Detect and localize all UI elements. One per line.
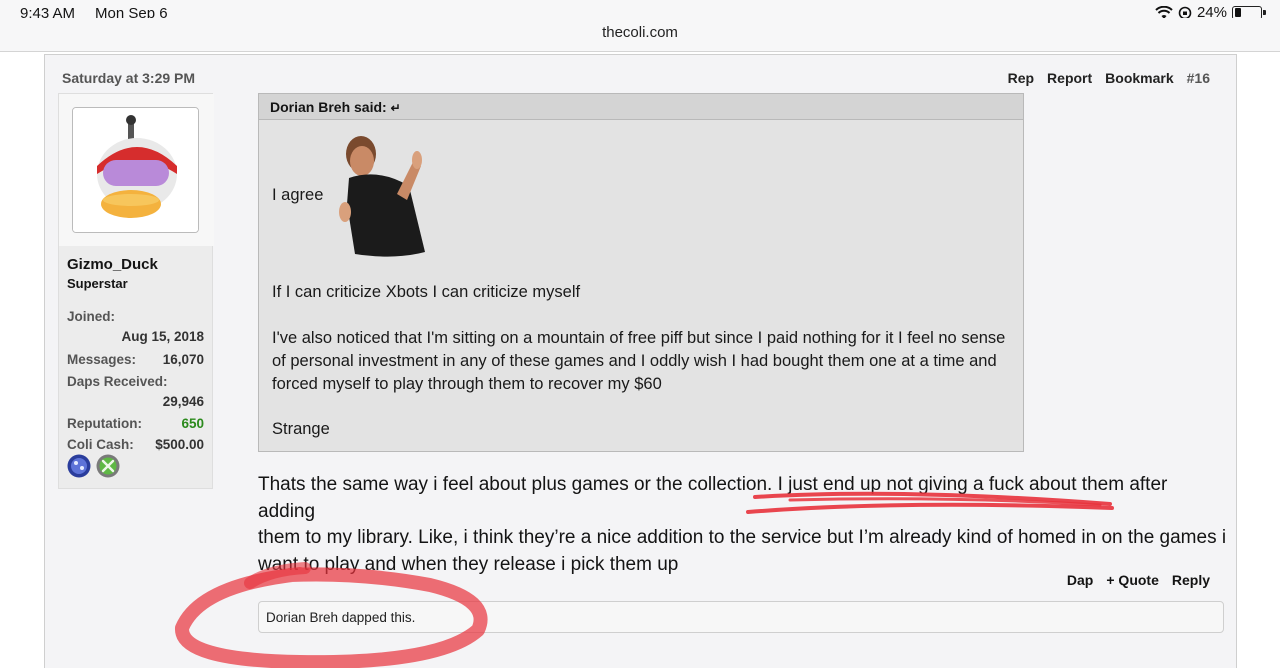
reaction-gif-image [335,134,431,258]
post-number[interactable]: #16 [1187,70,1210,86]
user-badges [67,454,120,478]
dapped-by-box: Dorian Breh dapped this. [258,601,1224,633]
joined-label: Joined: [67,309,116,324]
dapped-by-text[interactable]: Dorian Breh dapped this. [266,610,415,625]
playstation-badge-icon[interactable] [67,454,91,478]
reputation-label: Reputation: [67,416,142,431]
forum-post: Saturday at 3:29 PM Rep Report Bookmark … [44,54,1237,668]
dap-button[interactable]: Dap [1067,572,1093,588]
joined-value: Aug 15, 2018 [121,329,204,344]
page: Saturday at 3:29 PM Rep Report Bookmark … [0,52,1280,668]
reputation-value: 650 [181,416,204,431]
messages-value: 16,070 [162,352,204,367]
post-actions: Rep Report Bookmark #16 [1008,70,1210,86]
quote-button[interactable]: + Quote [1106,572,1159,588]
quote-para-line-1: I've also noticed that I'm sitting on a … [272,329,1006,347]
user-info-box: Gizmo_Duck Superstar Joined: Aug 15, 201… [58,93,214,489]
report-link[interactable]: Report [1047,70,1092,86]
post-body: Thats the same way i feel about plus gam… [258,472,1228,578]
daps-value: 29,946 [162,394,204,409]
coli-cash-label: Coli Cash: [67,437,134,452]
daps-label: Daps Received: [67,374,168,389]
coli-cash-value: $500.00 [155,437,204,452]
reply-button[interactable]: Reply [1172,572,1210,588]
address-bar[interactable]: thecoli.com [0,18,1280,52]
quote-para-line-3: forced myself to play through them to re… [272,375,662,393]
post-footer-actions: Dap + Quote Reply [1067,572,1210,588]
username[interactable]: Gizmo_Duck [67,256,158,273]
xbox-badge-icon[interactable] [96,454,120,478]
duck-avatar-image [73,108,198,232]
rep-link[interactable]: Rep [1008,70,1034,86]
bookmark-link[interactable]: Bookmark [1105,70,1173,86]
avatar[interactable] [72,107,199,233]
post-body-line-2: them to my library. Like, i think they’r… [258,527,1227,548]
quote-block: Dorian Breh said: ↵ I agree If I can cri… [258,93,1024,452]
post-body-line-1: Thats the same way i feel about plus gam… [258,474,1168,522]
messages-label: Messages: [67,352,137,367]
quote-header[interactable]: Dorian Breh said: ↵ [259,94,1023,120]
quote-line-criticize: If I can criticize Xbots I can criticize… [272,283,581,301]
return-arrow-icon[interactable]: ↵ [391,101,401,115]
user-title: Superstar [67,276,128,291]
url-text: thecoli.com [602,24,678,41]
post-date[interactable]: Saturday at 3:29 PM [62,70,195,86]
quote-para-line-2: of personal investment in any of these g… [272,352,997,370]
quote-author[interactable]: Dorian Breh said: [270,99,387,115]
quote-line-agree: I agree [272,186,324,204]
quote-line-strange: Strange [272,420,330,438]
